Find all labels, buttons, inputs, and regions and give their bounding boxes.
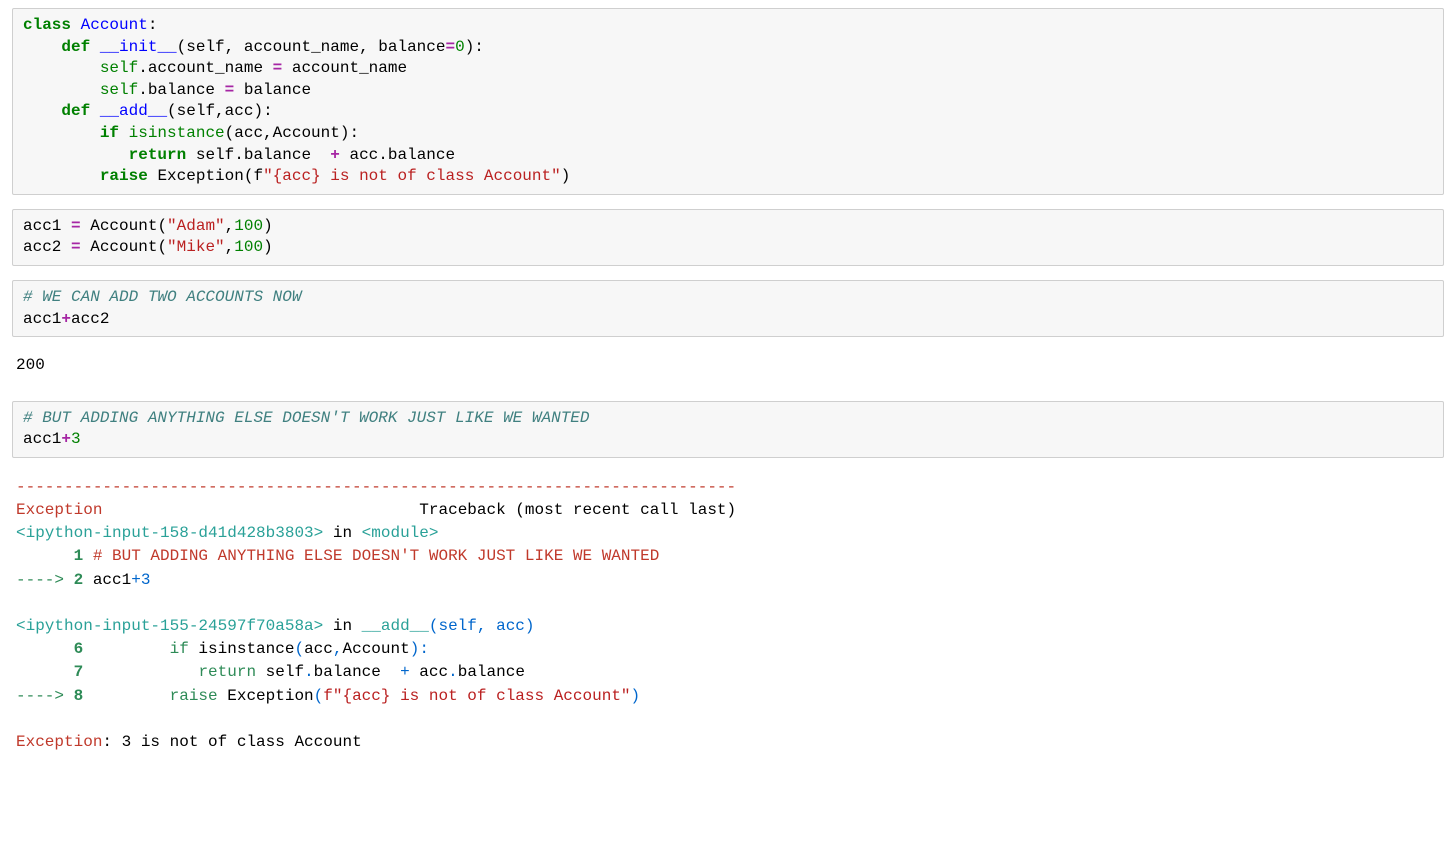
exception-name: Exception	[16, 501, 102, 519]
builtin-isinstance: isinstance	[129, 124, 225, 142]
keyword-class: class	[23, 16, 71, 34]
keyword-if: if	[100, 124, 119, 142]
comment: # BUT ADDING ANYTHING ELSE DOESN'T WORK …	[23, 409, 590, 427]
traceback-separator: ----------------------------------------…	[16, 478, 736, 496]
method-init: __init__	[100, 38, 177, 56]
code-cell-add-invalid: # BUT ADDING ANYTHING ELSE DOESN'T WORK …	[12, 401, 1444, 458]
frame-lineno: 1	[16, 547, 93, 565]
traceback-file-2: <ipython-input-155-24597f70a58a>	[16, 617, 323, 635]
traceback-label: Traceback (most recent call last)	[419, 501, 736, 519]
code-cell-add-accounts: # WE CAN ADD TWO ACCOUNTS NOW acc1+acc2	[12, 280, 1444, 337]
keyword-return: return	[129, 146, 187, 164]
exception-final-name: Exception	[16, 733, 102, 751]
code-cell-create-accounts: acc1 = Account("Adam",100) acc2 = Accoun…	[12, 209, 1444, 266]
class-name: Account	[81, 16, 148, 34]
output-traceback: ----------------------------------------…	[12, 472, 1444, 764]
keyword-def: def	[61, 102, 90, 120]
colon: :	[148, 16, 158, 34]
exception-final-message: : 3 is not of class Account	[102, 733, 361, 751]
traceback-file-1: <ipython-input-158-d41d428b3803>	[16, 524, 323, 542]
frame-arrow: ---->	[16, 571, 74, 589]
code-cell-class-definition: class Account: def __init__(self, accoun…	[12, 8, 1444, 195]
output-sum: 200	[12, 351, 1444, 387]
method-add: __add__	[100, 102, 167, 120]
indent	[23, 38, 61, 56]
keyword-raise: raise	[100, 167, 148, 185]
comment: # WE CAN ADD TWO ACCOUNTS NOW	[23, 288, 301, 306]
frame-arrow: ---->	[16, 687, 74, 705]
params: (self, account_name, balance	[177, 38, 446, 56]
keyword-def: def	[61, 38, 90, 56]
